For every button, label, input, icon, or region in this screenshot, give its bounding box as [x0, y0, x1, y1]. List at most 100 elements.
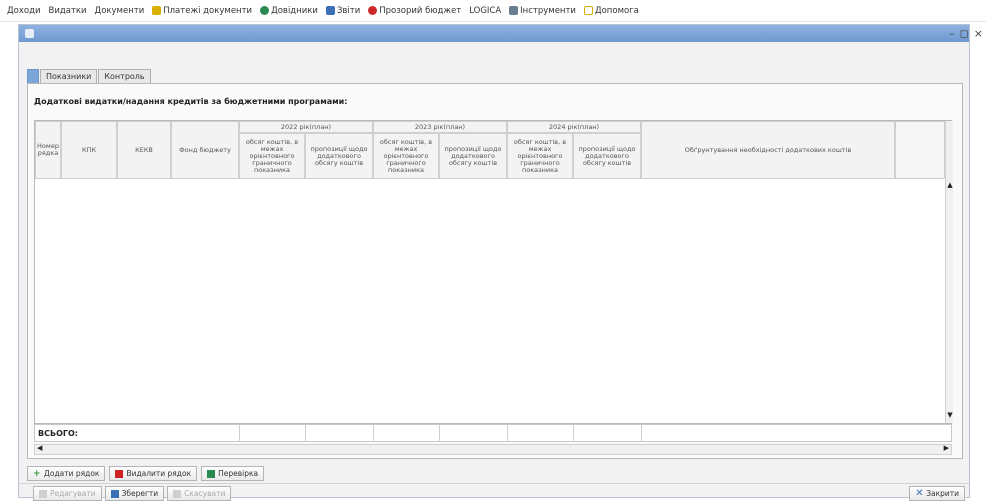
menu-item-label: Звіти [336, 5, 361, 16]
document-window: – ◻ × Показники Контроль Додаткові видат… [18, 24, 983, 501]
menu-item-logica[interactable]: LOGICA [465, 6, 505, 16]
col-header-2022-limit[interactable]: обсяг коштів, в межах орієнтовного грани… [239, 133, 305, 179]
minimize-icon[interactable]: – [949, 27, 955, 40]
total-cell [239, 425, 305, 442]
add-row-button[interactable]: + Додати рядок [27, 466, 106, 481]
menu-item-label: Платежі документи [163, 5, 253, 16]
delete-row-icon [115, 469, 124, 478]
col-group-label: 2024 рік(план) [548, 122, 600, 131]
col-header-2024-additional[interactable]: пропозиції щодо додаткового обсягу кошті… [573, 133, 641, 179]
footer-close: ✕ Закрити [909, 486, 965, 501]
menu-item-help[interactable]: Допомога [580, 6, 643, 16]
window-titlebar[interactable] [19, 25, 969, 42]
close-icon: ✕ [915, 487, 924, 499]
col-group-2024: 2024 рік(план) [507, 121, 641, 133]
col-header-label: КЕКВ [135, 145, 153, 154]
menu-item-transparent-budget[interactable]: Прозорий бюджет [364, 6, 465, 16]
delete-row-button[interactable]: Видалити рядок [109, 466, 198, 481]
col-header-label: пропозиції щодо додаткового обсягу кошті… [310, 144, 368, 167]
col-header-label: Номер рядка [37, 142, 59, 157]
col-group-2023: 2023 рік(план) [373, 121, 507, 133]
tab-indicators[interactable]: Показники [40, 69, 98, 84]
save-icon [110, 489, 119, 498]
col-header-justification[interactable]: Обґрунтування необхідності додаткових ко… [641, 121, 895, 179]
data-grid[interactable]: Номер рядка КПК КЕКВ Фонд бюджету 2022 р… [34, 120, 953, 424]
restore-icon[interactable]: ◻ [960, 27, 969, 40]
directory-icon [260, 6, 270, 15]
menu-item-payment-docs[interactable]: Платежі документи [148, 6, 256, 16]
main-menubar: Доходи Видатки Документи Платежі докумен… [0, 0, 986, 22]
menu-item-directories[interactable]: Довідники [256, 6, 322, 16]
col-header-kpk[interactable]: КПК [61, 121, 117, 179]
button-label: Перевірка [218, 469, 259, 478]
col-header-2022-additional[interactable]: пропозиції щодо додаткового обсягу кошті… [305, 133, 373, 179]
col-header-label: Фонд бюджету [179, 145, 231, 154]
col-header-label: Обґрунтування необхідності додаткових ко… [684, 145, 852, 154]
total-cell [573, 425, 641, 442]
tab-label: Показники [46, 72, 92, 81]
menu-item-dokhody[interactable]: Доходи [3, 6, 44, 16]
col-header-label: пропозиції щодо додаткового обсягу кошті… [444, 144, 502, 167]
tab-additional-expenses[interactable] [27, 69, 39, 84]
button-label: Додати рядок [44, 469, 100, 478]
col-header-fund[interactable]: Фонд бюджету [171, 121, 239, 179]
tab-panel: Додаткові видатки/надання кредитів за бю… [27, 83, 963, 459]
edit-button[interactable]: Редагувати [33, 486, 102, 501]
total-label: ВСЬОГО: [38, 429, 78, 438]
col-header-2023-additional[interactable]: пропозиції щодо додаткового обсягу кошті… [439, 133, 507, 179]
tab-label: Контроль [104, 72, 145, 81]
close-window-icon[interactable]: × [974, 27, 983, 40]
row-actions-bar: + Додати рядок Видалити рядок Перевірка [27, 466, 265, 481]
col-group-label: 2023 рік(план) [414, 122, 466, 131]
footer-actions: Редагувати Зберегти Скасувати [33, 486, 232, 501]
tools-icon [509, 6, 519, 15]
col-header-label: пропозиції щодо додаткового обсягу кошті… [578, 144, 636, 167]
budget-icon [368, 6, 378, 15]
horizontal-scrollbar[interactable]: ◀ ▶ [34, 444, 952, 455]
tab-strip: Показники Контроль [27, 69, 151, 84]
col-header-kekv[interactable]: КЕКВ [117, 121, 171, 179]
menu-item-tools[interactable]: Інструменти [505, 6, 580, 16]
button-label: Видалити рядок [126, 469, 192, 478]
button-label: Зберегти [121, 489, 159, 498]
scroll-right-icon[interactable]: ▶ [944, 444, 949, 452]
payment-docs-icon [152, 6, 162, 15]
help-icon [583, 6, 593, 15]
menu-item-vydatky[interactable]: Видатки [44, 6, 90, 16]
button-label: Редагувати [50, 489, 96, 498]
tab-control[interactable]: Контроль [98, 69, 151, 84]
total-cell [439, 425, 507, 442]
window-controls: – ◻ × [949, 25, 983, 42]
button-label: Скасувати [184, 489, 226, 498]
menu-item-label: Довідники [271, 5, 318, 16]
save-button[interactable]: Зберегти [104, 486, 165, 501]
col-header-2024-limit[interactable]: обсяг коштів, в межах орієнтовного грани… [507, 133, 573, 179]
total-cell [641, 425, 895, 442]
menu-item-label: Інструменти [520, 5, 576, 16]
add-row-icon: + [33, 468, 41, 479]
vertical-scrollbar[interactable]: ▲ ▼ [945, 121, 953, 423]
col-group-label: 2022 рік(план) [280, 122, 332, 131]
scroll-down-icon[interactable]: ▼ [946, 411, 954, 419]
reports-icon [325, 6, 335, 15]
col-header-2023-limit[interactable]: обсяг коштів, в межах орієнтовного грани… [373, 133, 439, 179]
window-icon [25, 29, 34, 38]
menu-item-label: Допомога [594, 5, 639, 16]
col-group-2022: 2022 рік(план) [239, 121, 373, 133]
col-header-label: обсяг коштів, в межах орієнтовного грани… [245, 137, 299, 174]
menu-item-label: Видатки [48, 5, 87, 16]
total-row: ВСЬОГО: [34, 424, 952, 442]
cancel-icon [173, 489, 182, 498]
scroll-left-icon[interactable]: ◀ [37, 444, 42, 452]
button-label: Закрити [926, 489, 959, 498]
menu-item-reports[interactable]: Звіти [322, 6, 364, 16]
col-header-row-number[interactable]: Номер рядка [35, 121, 61, 179]
total-cell [305, 425, 373, 442]
close-button[interactable]: ✕ Закрити [909, 486, 965, 501]
menu-item-label: Доходи [7, 5, 41, 16]
check-button[interactable]: Перевірка [201, 466, 265, 481]
menu-item-label: Прозорий бюджет [379, 5, 462, 16]
menu-item-dokumenty[interactable]: Документи [91, 6, 149, 16]
cancel-button[interactable]: Скасувати [167, 486, 232, 501]
scroll-up-icon[interactable]: ▲ [946, 181, 954, 189]
